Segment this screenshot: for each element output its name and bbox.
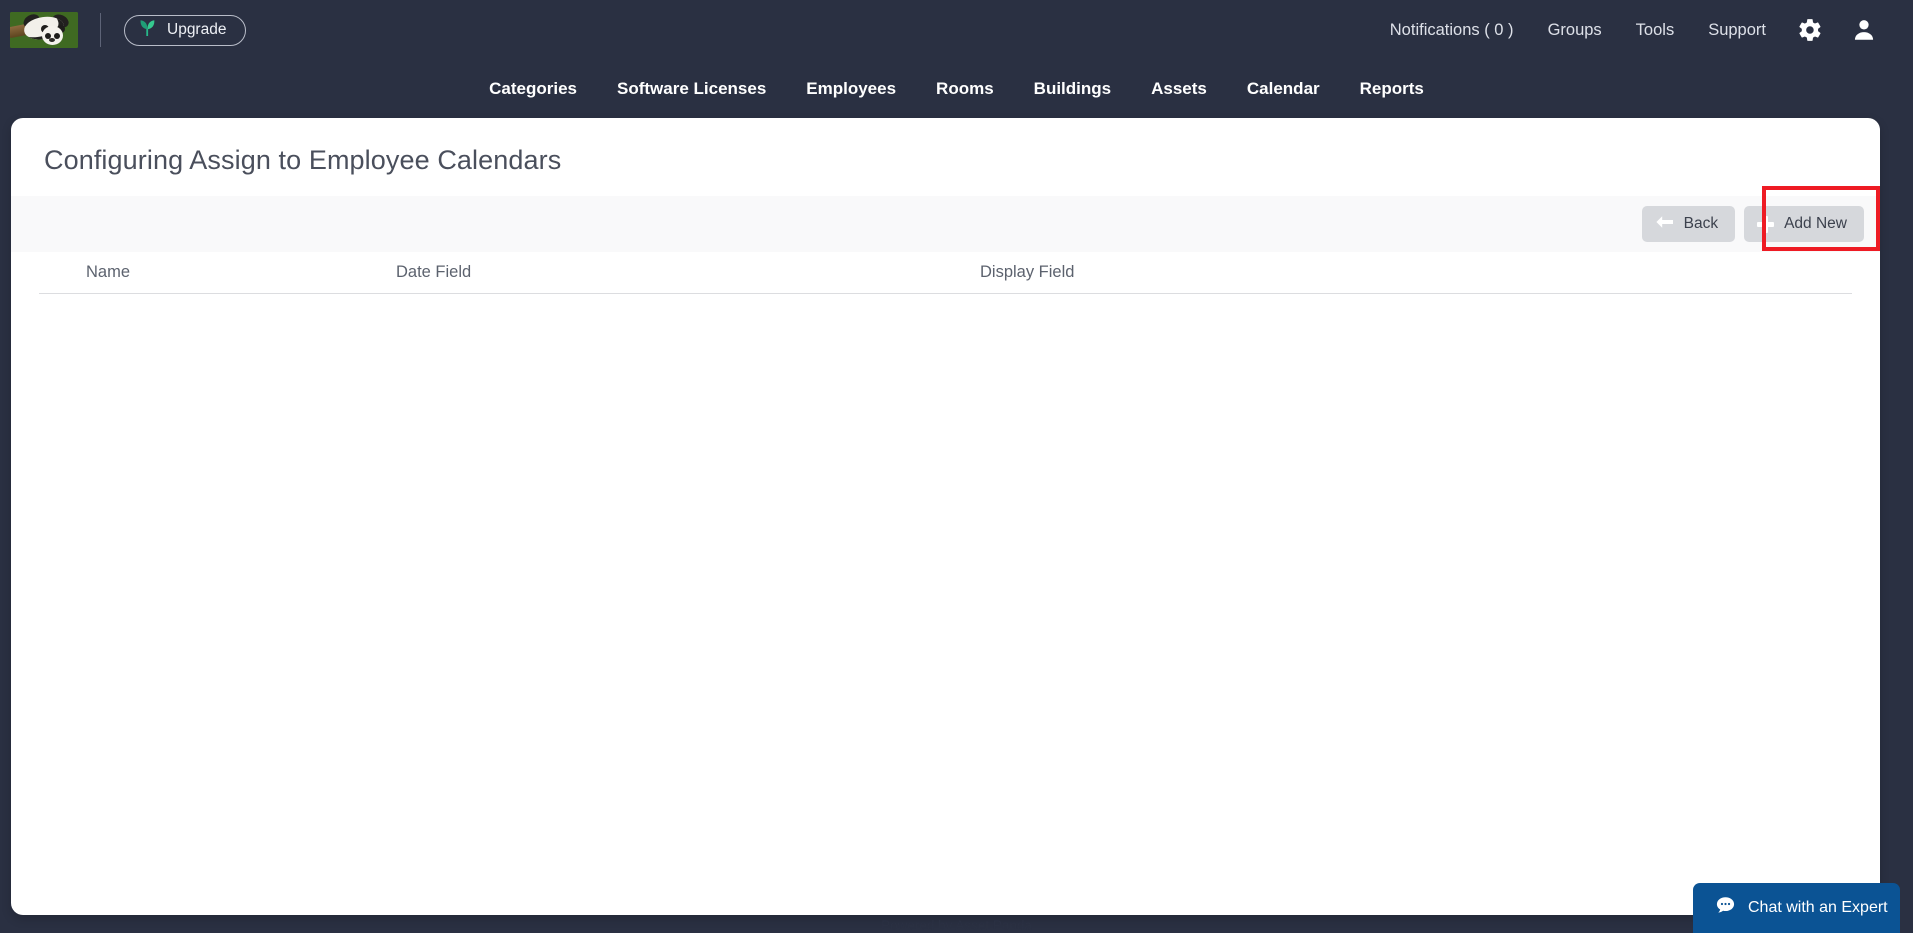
chat-bubble-icon — [1715, 895, 1736, 921]
back-button[interactable]: Back — [1641, 206, 1736, 242]
table-header-row: Name Date Field Display Field — [39, 252, 1852, 294]
nav-rooms[interactable]: Rooms — [916, 79, 1014, 99]
upgrade-label: Upgrade — [167, 21, 227, 38]
powered-by-label: Powered by Asset Panda — [881, 918, 1032, 933]
chat-with-expert-button[interactable]: Chat with an Expert — [1693, 883, 1900, 933]
add-new-button[interactable]: Add New — [1744, 206, 1864, 242]
topnav-groups[interactable]: Groups — [1531, 21, 1619, 40]
nav-calendar[interactable]: Calendar — [1227, 79, 1340, 99]
gear-icon[interactable] — [1783, 17, 1837, 43]
calendars-table: Name Date Field Display Field — [11, 252, 1880, 854]
add-new-label: Add New — [1784, 215, 1847, 232]
nav-software-licenses[interactable]: Software Licenses — [597, 79, 786, 99]
column-header-date-field: Date Field — [396, 263, 472, 281]
logo-divider — [100, 13, 101, 47]
content-card: Configuring Assign to Employee Calendars… — [11, 118, 1880, 915]
leaf-icon — [139, 19, 156, 42]
panda-photo — [10, 12, 78, 48]
topnav-notifications[interactable]: Notifications ( 0 ) — [1373, 21, 1531, 40]
user-icon[interactable] — [1837, 17, 1891, 43]
top-bar: Upgrade Notifications ( 0 ) Groups Tools… — [0, 0, 1913, 60]
app-logo[interactable] — [10, 12, 78, 48]
main-navigation: Categories Software Licenses Employees R… — [0, 60, 1913, 118]
nav-categories[interactable]: Categories — [469, 79, 597, 99]
upgrade-button[interactable]: Upgrade — [124, 14, 247, 46]
action-toolbar: Back Add New — [11, 196, 1880, 252]
topnav-support[interactable]: Support — [1691, 21, 1783, 40]
panda-eye-right — [54, 33, 60, 39]
chat-label: Chat with an Expert — [1748, 899, 1888, 916]
panda-snout — [49, 38, 55, 42]
nav-buildings[interactable]: Buildings — [1014, 79, 1131, 99]
topnav-tools[interactable]: Tools — [1619, 21, 1692, 40]
page-title: Configuring Assign to Employee Calendars — [44, 145, 562, 175]
top-bar-right: Notifications ( 0 ) Groups Tools Support — [1373, 17, 1913, 43]
plus-icon — [1757, 215, 1775, 233]
nav-reports[interactable]: Reports — [1340, 79, 1444, 99]
back-label: Back — [1683, 215, 1719, 232]
arrow-left-icon — [1655, 215, 1674, 234]
table-body-empty — [11, 294, 1880, 854]
column-header-name: Name — [86, 263, 131, 281]
nav-employees[interactable]: Employees — [786, 79, 916, 99]
nav-assets[interactable]: Assets — [1131, 79, 1227, 99]
column-header-display-field: Display Field — [980, 263, 1075, 281]
